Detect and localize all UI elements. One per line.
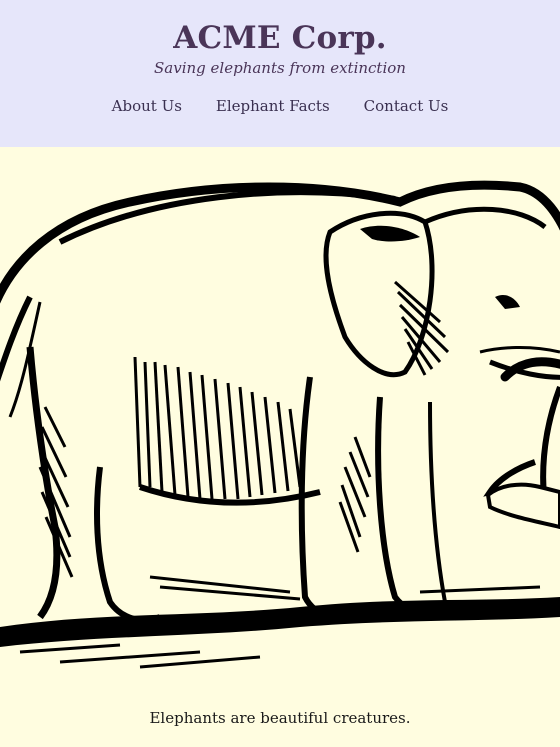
site-title: ACME Corp. bbox=[173, 20, 387, 56]
hero-image bbox=[0, 147, 560, 687]
nav-link-contact-us[interactable]: Contact Us bbox=[364, 97, 449, 115]
hero-caption: Elephants are beautiful creatures. bbox=[149, 709, 411, 727]
nav-link-about-us[interactable]: About Us bbox=[112, 97, 182, 115]
site-tagline: Saving elephants from extinction bbox=[154, 59, 406, 77]
elephant-illustration bbox=[0, 180, 560, 669]
site-header: ACME Corp. Saving elephants from extinct… bbox=[0, 0, 560, 147]
nav-link-elephant-facts[interactable]: Elephant Facts bbox=[216, 97, 330, 115]
main-nav: About Us Elephant Facts Contact Us bbox=[0, 97, 560, 115]
